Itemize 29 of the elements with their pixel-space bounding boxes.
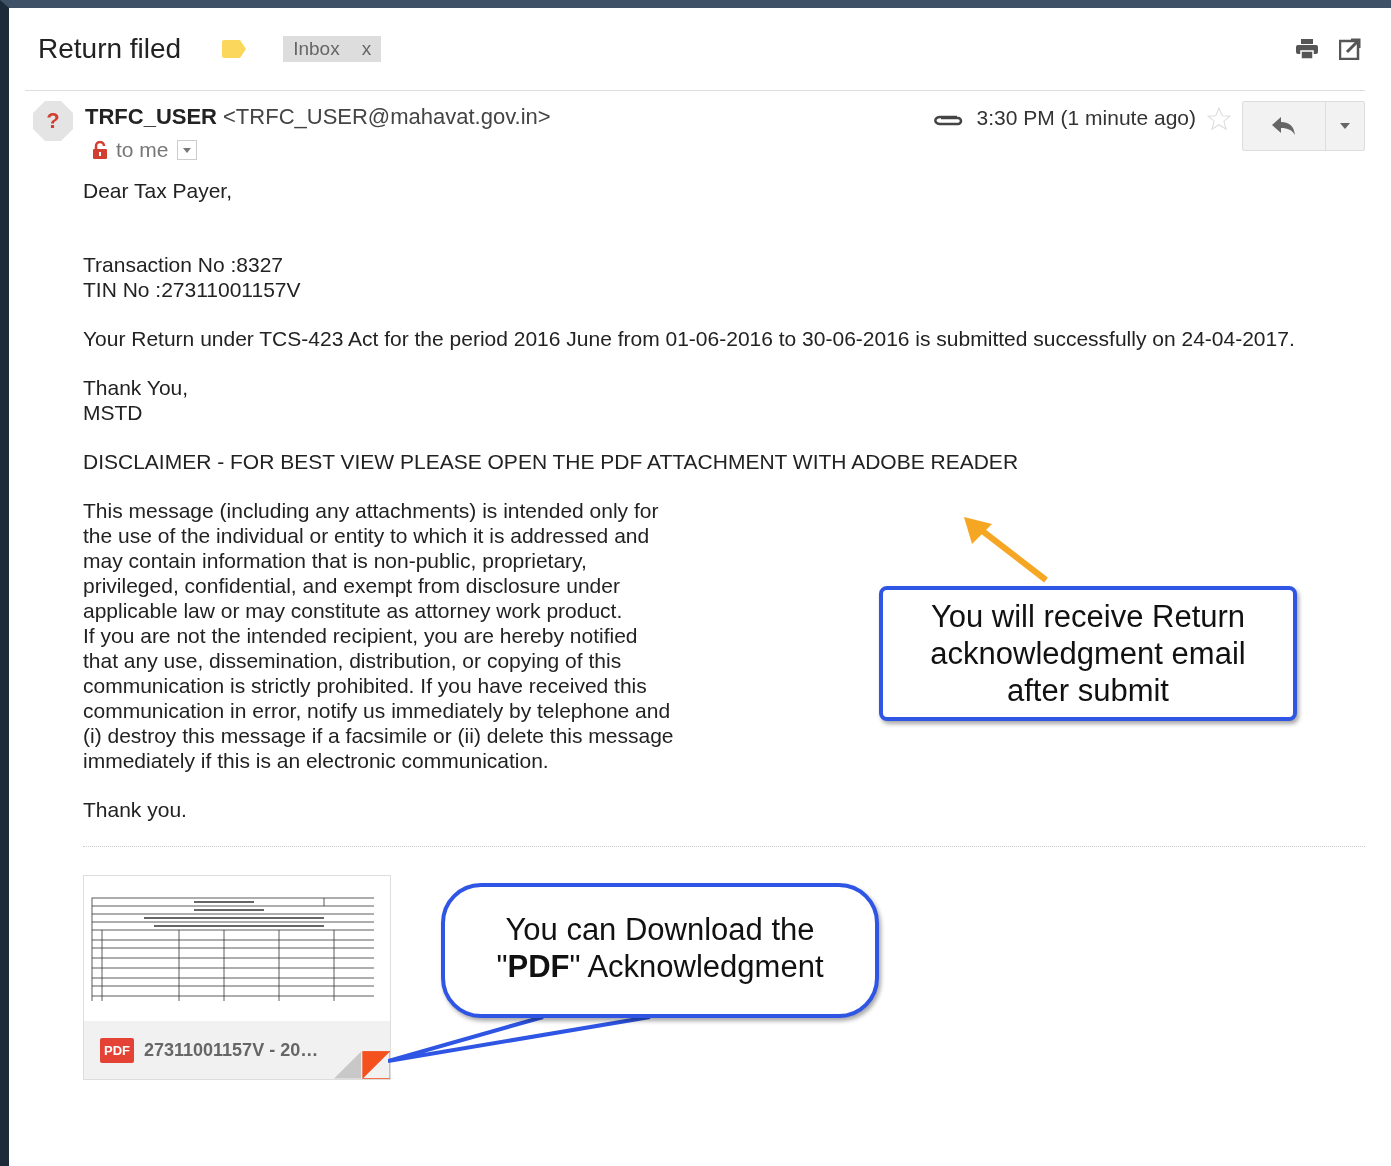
caret-icon — [1340, 123, 1350, 129]
message-paragraph: Dear Tax Payer, — [83, 178, 234, 203]
attachment-card[interactable]: PDF 27311001157V - 20… — [83, 875, 391, 1080]
attachment-name: 27311001157V - 20… — [144, 1039, 319, 1061]
unknown-sender-avatar: ? — [33, 101, 73, 141]
reply-icon — [1271, 116, 1297, 136]
download-corner-icon — [334, 1051, 390, 1079]
details-dropdown[interactable] — [176, 140, 197, 160]
message-paragraph: Thank You, MSTD — [83, 375, 190, 425]
message-paragraph: Thank you. — [83, 797, 188, 822]
lock-icon — [92, 141, 108, 159]
remove-label-button[interactable]: x — [361, 38, 372, 60]
star-icon[interactable] — [1206, 106, 1232, 132]
timestamp: 3:30 PM (1 minute ago) — [976, 106, 1196, 130]
sender-email: <TRFC_USER@mahavat.gov.in> — [223, 104, 551, 129]
label-text[interactable]: Inbox — [293, 38, 340, 60]
callout-text: You will receive Return acknowledgment email after submit — [879, 586, 1297, 721]
email-subject: Return filed — [38, 33, 182, 65]
new-window-icon[interactable] — [1339, 38, 1361, 60]
message-paragraph: DISCLAIMER - FOR BEST VIEW PLEASE OPEN THE PDF ATTACHMENT WITH ADOBE READER — [83, 449, 1020, 474]
pdf-badge: PDF — [100, 1037, 134, 1063]
sender-name: TRFC_USER — [85, 104, 217, 129]
caret-icon — [182, 147, 191, 153]
paperclip-icon — [932, 113, 963, 127]
recipient-text: to me — [116, 138, 169, 162]
message-paragraph: This message (including any attachments) is intended only for the use of the individual or entity to which it is addressed and may contain information that is non-public, proprietary, privileged, confidential, and exempt from disclosure under applicable law or may constitute as attorney work product. If you are not the intended recipient, you are hereby notified that any use, dissemination, distribution, or copying of this communication is strictly prohibited. If you have received this communication in error, notify us immediately by telephone and (i) destroy this message if a facsimile or (ii) delete this message immediately if this is an electronic communication. — [83, 498, 675, 773]
message-paragraph: Transaction No :8327 TIN No :27311001157V — [83, 252, 302, 302]
print-icon[interactable] — [1295, 38, 1319, 60]
message-paragraph: Your Return under TCS-423 Act for the period 2016 June from 01-06-2016 to 30-06-2016 is submitted successfully on 24-04-2017. — [83, 326, 1296, 351]
